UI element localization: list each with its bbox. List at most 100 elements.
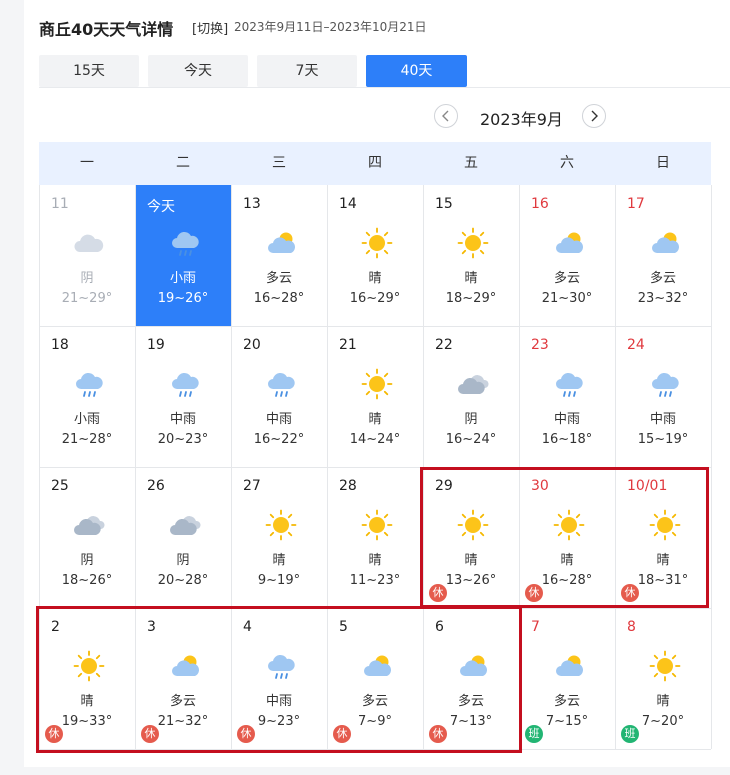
tab-15-days[interactable]: 15天 (39, 55, 139, 87)
weekday-label: 二 (176, 155, 190, 171)
weather-condition: 晴 (368, 553, 382, 568)
temperature-range: 21~28° (61, 432, 113, 447)
holiday-rest-badge: 休 (45, 725, 63, 743)
rain-cloud-icon (265, 368, 297, 400)
temperature-range: 16~28° (253, 291, 305, 306)
sun-icon (361, 227, 393, 259)
holiday-rest-badge: 休 (429, 584, 447, 602)
temperature-range: 21~30° (541, 291, 593, 306)
holiday-rest-badge: 休 (525, 584, 543, 602)
day-cell[interactable]: 2 晴 19~33° 休 (39, 608, 135, 749)
sun-icon (265, 509, 297, 541)
day-number: 20 (243, 337, 261, 353)
weekday-label: 五 (464, 155, 478, 171)
day-cell[interactable]: 19 中雨 20~23° (135, 326, 231, 467)
temperature-range: 14~24° (349, 432, 401, 447)
temperature-range: 20~28° (157, 573, 209, 588)
temperature-range: 9~19° (257, 573, 301, 588)
sun-icon (649, 509, 681, 541)
weather-condition: 阴 (176, 553, 190, 568)
partly-cloudy-icon (649, 227, 681, 259)
day-cell[interactable]: 13 多云 16~28° (231, 185, 327, 326)
weather-condition: 多云 (265, 271, 292, 286)
day-number: 10/01 (627, 478, 668, 494)
grid-line (39, 326, 711, 327)
day-number: 5 (339, 619, 348, 635)
date-range: 2023年9月11日–2023年10月21日 (234, 20, 427, 34)
temperature-range: 16~24° (445, 432, 497, 447)
weather-condition: 多云 (457, 694, 484, 709)
temperature-range: 19~26° (157, 291, 209, 306)
weather-condition: 小雨 (169, 271, 196, 286)
holiday-rest-badge: 休 (333, 725, 351, 743)
day-cell[interactable]: 18 小雨 21~28° (39, 326, 135, 467)
day-cell[interactable]: 25 阴 18~26° (39, 467, 135, 608)
tab-7-days[interactable]: 7天 (257, 55, 357, 87)
day-cell[interactable]: 3 多云 21~32° 休 (135, 608, 231, 749)
day-cell[interactable]: 15 晴 18~29° (423, 185, 519, 326)
weather-condition: 阴 (80, 271, 94, 286)
weather-condition: 晴 (656, 553, 670, 568)
month-label: 2023年9月 (480, 110, 563, 129)
sun-icon (361, 509, 393, 541)
weather-condition: 中雨 (265, 694, 292, 709)
day-cell[interactable]: 17 多云 23~32° (615, 185, 711, 326)
day-cell[interactable]: 14 晴 16~29° (327, 185, 423, 326)
day-cell[interactable]: 23 中雨 16~18° (519, 326, 615, 467)
partly-cloudy-icon (169, 650, 201, 682)
day-cell[interactable]: 5 多云 7~9° 休 (327, 608, 423, 749)
weekday-label: 四 (368, 155, 382, 171)
weekday-label: 三 (272, 155, 286, 171)
day-number: 18 (51, 337, 69, 353)
day-number: 11 (51, 196, 69, 212)
day-cell[interactable]: 16 多云 21~30° (519, 185, 615, 326)
grid-line (39, 749, 711, 750)
weekday-label: 日 (656, 155, 670, 171)
day-cell[interactable]: 26 阴 20~28° (135, 467, 231, 608)
weekday-header: 一 二 三 四 五 六 日 (39, 142, 711, 185)
holiday-rest-badge: 休 (237, 725, 255, 743)
rain-cloud-icon (265, 650, 297, 682)
grid-line (39, 467, 711, 468)
prev-month-button[interactable] (434, 104, 458, 128)
tab-40-days[interactable]: 40天 (366, 55, 467, 87)
day-cell[interactable]: 20 中雨 16~22° (231, 326, 327, 467)
switch-city-link[interactable]: [切换] (192, 18, 228, 37)
sun-icon (361, 368, 393, 400)
weather-condition: 晴 (272, 553, 286, 568)
day-cell[interactable]: 30 晴 16~28° 休 (519, 467, 615, 608)
day-cell[interactable]: 今天 小雨 19~26° (135, 185, 231, 326)
weather-condition: 晴 (368, 412, 382, 427)
temperature-range: 16~29° (349, 291, 401, 306)
weather-condition: 中雨 (649, 412, 676, 427)
day-cell[interactable]: 6 多云 7~13° 休 (423, 608, 519, 749)
day-number: 15 (435, 196, 453, 212)
overcast-cloud-icon (73, 509, 105, 541)
next-month-button[interactable] (582, 104, 606, 128)
day-cell[interactable]: 10/01 晴 18~31° 休 (615, 467, 711, 608)
tab-today[interactable]: 今天 (148, 55, 248, 87)
partly-cloudy-icon (553, 227, 585, 259)
partly-cloudy-icon (553, 650, 585, 682)
weather-condition: 多云 (553, 271, 580, 286)
temperature-range: 20~23° (157, 432, 209, 447)
overcast-cloud-icon (169, 509, 201, 541)
day-cell[interactable]: 22 阴 16~24° (423, 326, 519, 467)
day-number: 29 (435, 478, 453, 494)
day-cell[interactable]: 4 中雨 9~23° 休 (231, 608, 327, 749)
rain-cloud-icon (169, 368, 201, 400)
weather-condition: 中雨 (265, 412, 292, 427)
day-cell[interactable]: 27 晴 9~19° (231, 467, 327, 608)
day-cell[interactable]: 29 晴 13~26° 休 (423, 467, 519, 608)
day-cell[interactable]: 7 多云 7~15° 班 (519, 608, 615, 749)
day-number: 23 (531, 337, 549, 353)
day-cell[interactable]: 28 晴 11~23° (327, 467, 423, 608)
sun-icon (649, 650, 681, 682)
day-cell[interactable]: 21 晴 14~24° (327, 326, 423, 467)
day-number: 28 (339, 478, 357, 494)
day-number: 30 (531, 478, 549, 494)
day-cell[interactable]: 24 中雨 15~19° (615, 326, 711, 467)
sun-icon (457, 227, 489, 259)
day-cell[interactable]: 11 阴 21~29° (39, 185, 135, 326)
day-cell[interactable]: 8 晴 7~20° 班 (615, 608, 711, 749)
